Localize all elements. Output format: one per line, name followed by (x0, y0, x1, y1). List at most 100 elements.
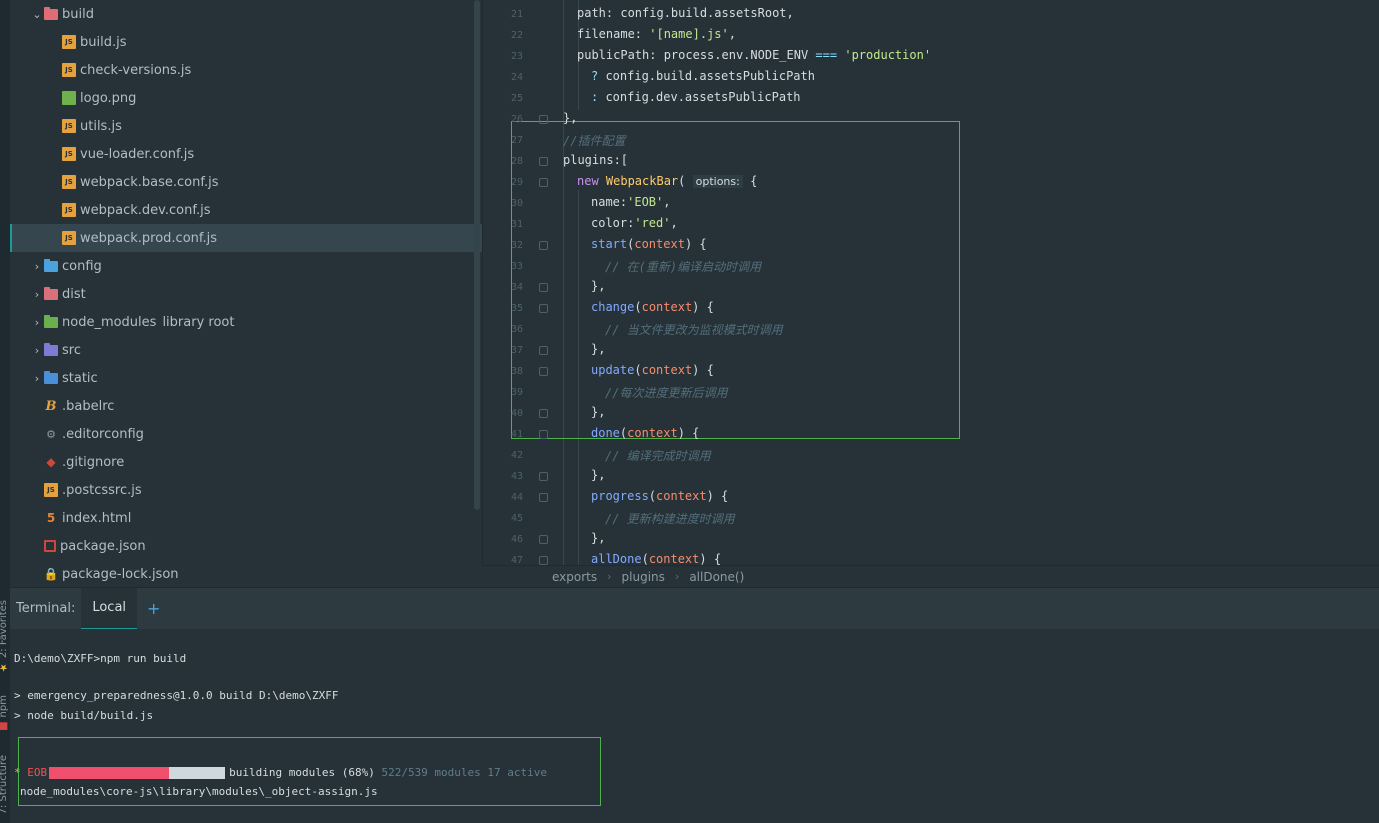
code-line[interactable]: }, (591, 342, 605, 356)
tree-item[interactable]: ⌄ build (10, 0, 482, 28)
code-line[interactable]: }, (591, 405, 605, 419)
fold-marker-icon[interactable] (539, 472, 548, 481)
code-line[interactable]: //每次进度更新后调用 (605, 384, 727, 401)
fold-marker-icon[interactable] (539, 493, 548, 502)
tree-item-label: webpack.dev.conf.js (80, 202, 211, 218)
code-line[interactable]: }, (591, 468, 605, 482)
tree-item[interactable]: › config (10, 252, 482, 280)
js-file-icon: JS (62, 175, 76, 189)
tree-item[interactable]: 5 index.html (10, 504, 482, 532)
fold-marker-icon[interactable] (539, 178, 548, 187)
fold-marker-icon[interactable] (539, 430, 548, 439)
code-line[interactable]: ? config.build.assetsPublicPath (591, 69, 815, 83)
add-terminal-button[interactable]: + (137, 599, 170, 618)
tree-item[interactable]: › src (10, 336, 482, 364)
code-line[interactable]: // 更新构建进度时调用 (605, 510, 735, 527)
progress-line: * EOB building modules (68%) 522/539 modu… (14, 766, 547, 779)
code-token: }, (591, 468, 606, 482)
tree-item[interactable]: ◆ .gitignore (10, 448, 482, 476)
tree-item-label: package.json (60, 538, 146, 554)
tree-item[interactable]: › node_modules library root (10, 308, 482, 336)
tree-item[interactable]: JS vue-loader.conf.js (10, 140, 482, 168)
code-token: publicPath: process.env.NODE_ENV (577, 48, 816, 62)
tree-item[interactable]: 🔒 package-lock.json (10, 560, 482, 587)
fold-marker-icon[interactable] (539, 304, 548, 313)
code-line[interactable]: update(context) { (591, 363, 714, 377)
fold-marker-icon[interactable] (539, 157, 548, 166)
tree-item[interactable]: JS webpack.base.conf.js (10, 168, 482, 196)
code-line[interactable]: }, (563, 111, 577, 125)
code-line[interactable]: filename: '[name].js', (577, 27, 736, 41)
code-line[interactable]: publicPath: process.env.NODE_ENV === 'pr… (577, 48, 931, 62)
code-line[interactable]: new WebpackBar( options: { (577, 174, 757, 188)
code-token: 'production' (844, 48, 932, 62)
code-line[interactable]: start(context) { (591, 237, 707, 251)
fold-marker-icon[interactable] (539, 367, 548, 376)
code-line[interactable]: }, (591, 531, 605, 545)
code-line[interactable]: }, (591, 279, 605, 293)
code-token: ) { (692, 363, 714, 377)
fold-marker-icon[interactable] (539, 535, 548, 544)
fold-marker-icon[interactable] (539, 115, 548, 124)
line-number: 24 (510, 72, 523, 83)
code-line[interactable]: // 编译完成时调用 (605, 447, 711, 464)
chevron-right-icon[interactable]: › (30, 316, 44, 329)
tree-item[interactable]: package.json (10, 532, 482, 560)
tree-item[interactable]: JS check-versions.js (10, 56, 482, 84)
code-line[interactable]: color:'red', (591, 216, 678, 230)
tree-item-label: src (62, 342, 81, 358)
chevron-down-icon[interactable]: ⌄ (30, 8, 44, 21)
chevron-right-icon[interactable]: › (30, 344, 44, 357)
tree-item-label: dist (62, 286, 86, 302)
code-token: color: (591, 216, 635, 230)
breadcrumb-item[interactable]: allDone() (689, 570, 744, 584)
code-token: ( (648, 489, 657, 503)
chevron-right-icon[interactable]: › (30, 288, 44, 301)
code-editor[interactable]: 21 path: config.build.assetsRoot, 22 filena… (482, 0, 1379, 565)
breadcrumb-item[interactable]: exports (552, 570, 597, 584)
tree-item[interactable]: JS webpack.dev.conf.js (10, 196, 482, 224)
code-line[interactable]: change(context) { (591, 300, 714, 314)
tree-item[interactable]: JS build.js (10, 28, 482, 56)
fold-marker-icon[interactable] (539, 346, 548, 355)
breadcrumb-item[interactable]: plugins (622, 570, 665, 584)
tree-item[interactable]: JS utils.js (10, 112, 482, 140)
code-line[interactable]: plugins:[ (563, 153, 628, 167)
structure-tab[interactable]: 7: Structure (0, 755, 10, 814)
code-line[interactable]: // 在(重新)编译启动时调用 (605, 258, 761, 275)
code-line[interactable]: : config.dev.assetsPublicPath (591, 90, 801, 104)
chevron-right-icon[interactable]: › (30, 372, 44, 385)
code-line[interactable]: allDone(context) { (591, 552, 721, 565)
terminal-output[interactable]: D:\demo\ZXFF>npm run build > emergency_p… (10, 629, 1379, 823)
code-line[interactable]: path: config.build.assetsRoot, (577, 6, 794, 20)
fold-marker-icon[interactable] (539, 283, 548, 292)
code-line[interactable]: name:'EOB', (591, 195, 670, 209)
code-token: context (627, 426, 678, 440)
code-line[interactable]: //插件配置 (563, 132, 625, 149)
favorites-tab[interactable]: ★ 2: Favorites (0, 600, 10, 672)
project-scrollbar[interactable] (474, 0, 480, 510)
fold-marker-icon[interactable] (539, 241, 548, 250)
tab-local[interactable]: Local (81, 587, 138, 630)
fold-marker-icon[interactable] (539, 409, 548, 418)
tree-item[interactable]: B .babelrc (10, 392, 482, 420)
tree-item[interactable]: JS webpack.prod.conf.js (10, 224, 482, 252)
chevron-right-icon: › (674, 570, 680, 583)
tree-item[interactable]: ⚙ .editorconfig (10, 420, 482, 448)
code-line[interactable]: done(context) { (591, 426, 699, 440)
tree-item[interactable]: › static (10, 364, 482, 392)
babel-icon: B (45, 398, 57, 414)
code-line[interactable]: // 当文件更改为监视模式时调用 (605, 321, 783, 338)
tree-item-label: index.html (62, 510, 132, 526)
code-token: WebpackBar (605, 174, 679, 188)
tree-item[interactable]: logo.png (10, 84, 482, 112)
npm-tab[interactable]: ■ npm (0, 695, 10, 732)
tree-item[interactable]: JS .postcssrc.js (10, 476, 482, 504)
code-token: // 当文件更改为监视模式时调用 (605, 323, 783, 337)
code-token: ) { (684, 237, 707, 251)
code-token: }, (591, 342, 606, 356)
fold-marker-icon[interactable] (539, 556, 548, 565)
tree-item[interactable]: › dist (10, 280, 482, 308)
chevron-right-icon[interactable]: › (30, 260, 44, 273)
code-line[interactable]: progress(context) { (591, 489, 728, 503)
